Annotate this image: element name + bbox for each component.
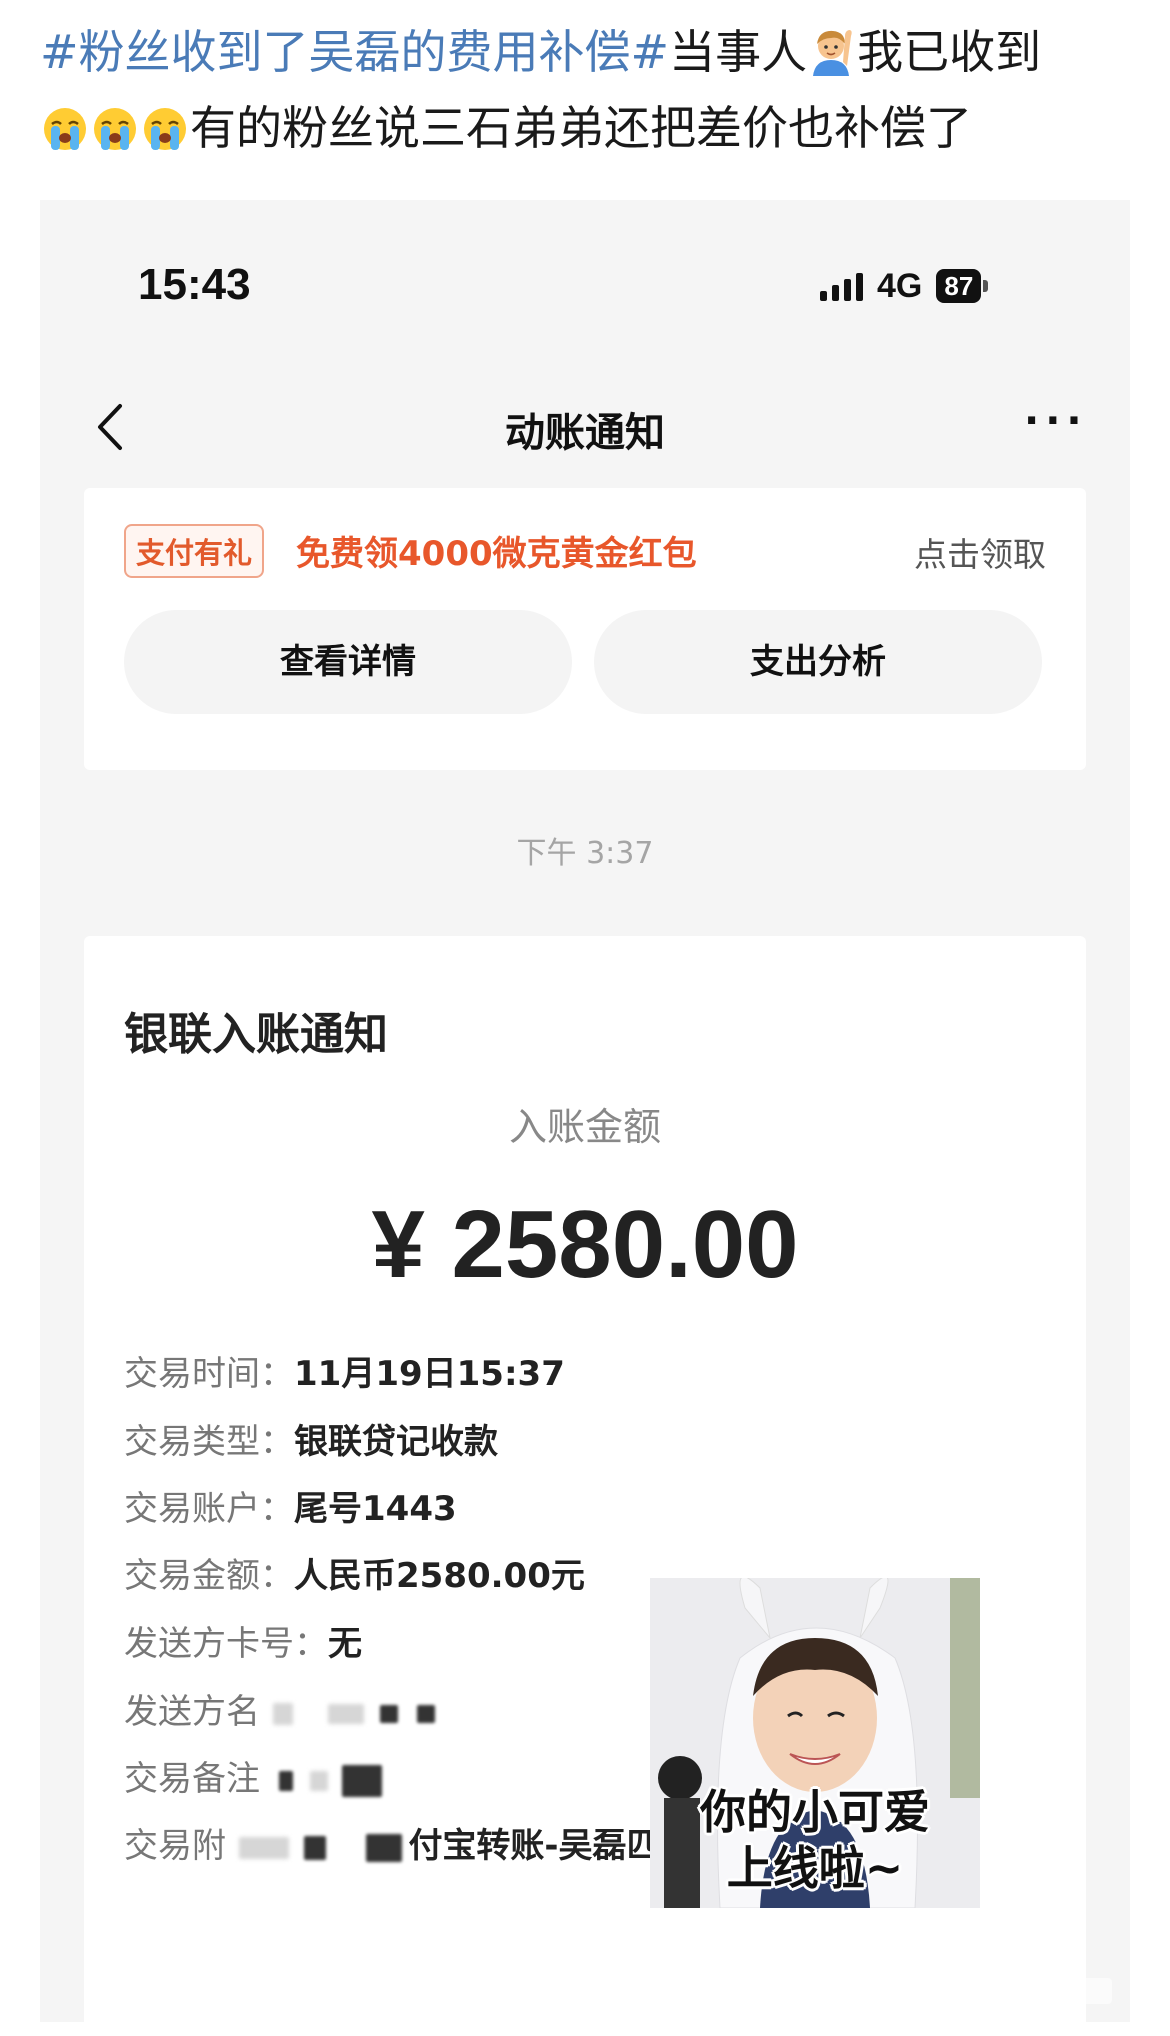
amount-label: 入账金额 bbox=[508, 1105, 661, 1149]
detail-value: 无 bbox=[328, 1624, 362, 1664]
sticker-caption: 你的小可爱 上线啦~ bbox=[650, 1784, 980, 1896]
claim-link[interactable]: 点击领取 bbox=[914, 528, 1046, 576]
redacted-block bbox=[327, 1703, 364, 1724]
redacted-block bbox=[303, 1835, 326, 1860]
loudly-crying-face-icon bbox=[92, 102, 138, 170]
topic-hashtag[interactable]: #粉丝收到了吴磊的费用补偿# bbox=[40, 25, 669, 79]
loudly-crying-face-icon bbox=[42, 102, 88, 170]
detail-label: 交易金额： bbox=[124, 1556, 294, 1596]
post-text-part1: 当事人 bbox=[669, 25, 808, 79]
network-type: 4G bbox=[877, 266, 923, 305]
detail-value: 尾号1443 bbox=[294, 1489, 457, 1529]
redacted-block bbox=[417, 1704, 436, 1723]
detail-value: 人民币2580.00元 bbox=[294, 1556, 585, 1596]
promo-text[interactable]: 免费领4000微克黄金红包 bbox=[296, 526, 697, 575]
loudly-crying-face-icon bbox=[142, 102, 188, 170]
battery-level: 87 bbox=[936, 269, 982, 303]
promo-card: 支付有礼 免费领4000微克黄金红包 点击领取 查看详情 支出分析 bbox=[84, 488, 1086, 770]
redacted-block bbox=[238, 1836, 289, 1859]
view-details-button[interactable]: 查看详情 bbox=[124, 610, 572, 714]
detail-label: 交易附 bbox=[124, 1826, 226, 1866]
detail-row-time: 交易时间：11月19日15:37 bbox=[124, 1346, 565, 1395]
detail-label: 交易账户： bbox=[124, 1489, 294, 1529]
promo-badge: 支付有礼 bbox=[124, 524, 265, 578]
redacted-block bbox=[278, 1770, 293, 1791]
detail-row-type: 交易类型：银联贷记收款 bbox=[124, 1414, 498, 1463]
detail-label: 发送方卡号： bbox=[124, 1624, 328, 1664]
detail-row-amount: 交易金额：人民币2580.00元 bbox=[124, 1548, 585, 1597]
detail-row-sender-card: 发送方卡号：无 bbox=[124, 1616, 362, 1665]
post-text-part2: 我已收到 bbox=[857, 25, 1042, 79]
page-title: 动账通知 bbox=[505, 410, 665, 456]
battery-icon: 87 bbox=[936, 269, 989, 303]
sticker-caption-line1: 你的小可爱 bbox=[700, 1785, 930, 1839]
redacted-block bbox=[309, 1770, 328, 1791]
message-timestamp: 下午 3:37 bbox=[516, 836, 654, 871]
spending-analysis-button[interactable]: 支出分析 bbox=[594, 610, 1042, 714]
redacted-block bbox=[342, 1764, 383, 1797]
redacted-block bbox=[366, 1833, 403, 1862]
detail-row-remark: 交易备注 bbox=[124, 1751, 383, 1800]
sticker-image: 你的小可爱 上线啦~ bbox=[650, 1578, 980, 1908]
detail-label: 发送方名 bbox=[124, 1692, 260, 1732]
person-raising-hand-emoji-icon bbox=[809, 26, 855, 94]
post-text: #粉丝收到了吴磊的费用补偿#当事人 我已收到 有的粉丝说三石弟弟还把差价也补偿了 bbox=[40, 18, 1140, 170]
detail-row-sender-name: 发送方名 bbox=[124, 1684, 436, 1733]
detail-value: 银联贷记收款 bbox=[294, 1422, 498, 1462]
status-time: 15:43 bbox=[138, 260, 251, 309]
notice-title: 银联入账通知 bbox=[124, 1009, 388, 1060]
redacted-block bbox=[272, 1702, 293, 1725]
post-text-part3: 有的粉丝说三石弟弟还把差价也补偿了 bbox=[190, 101, 972, 155]
detail-row-account: 交易账户：尾号1443 bbox=[124, 1481, 457, 1530]
redacted-block bbox=[380, 1704, 399, 1723]
detail-label: 交易时间： bbox=[124, 1354, 294, 1394]
signal-icon bbox=[820, 271, 863, 301]
detail-value: 11月19日15:37 bbox=[294, 1354, 565, 1394]
detail-label: 交易类型： bbox=[124, 1422, 294, 1462]
more-options-icon[interactable]: ··· bbox=[1024, 398, 1088, 444]
amount-value: ¥ 2580.00 bbox=[371, 1191, 799, 1298]
sticker-caption-line2: 上线啦~ bbox=[726, 1841, 904, 1895]
status-bar-right: 4G 87 bbox=[820, 266, 989, 306]
detail-label: 交易备注 bbox=[124, 1759, 260, 1799]
